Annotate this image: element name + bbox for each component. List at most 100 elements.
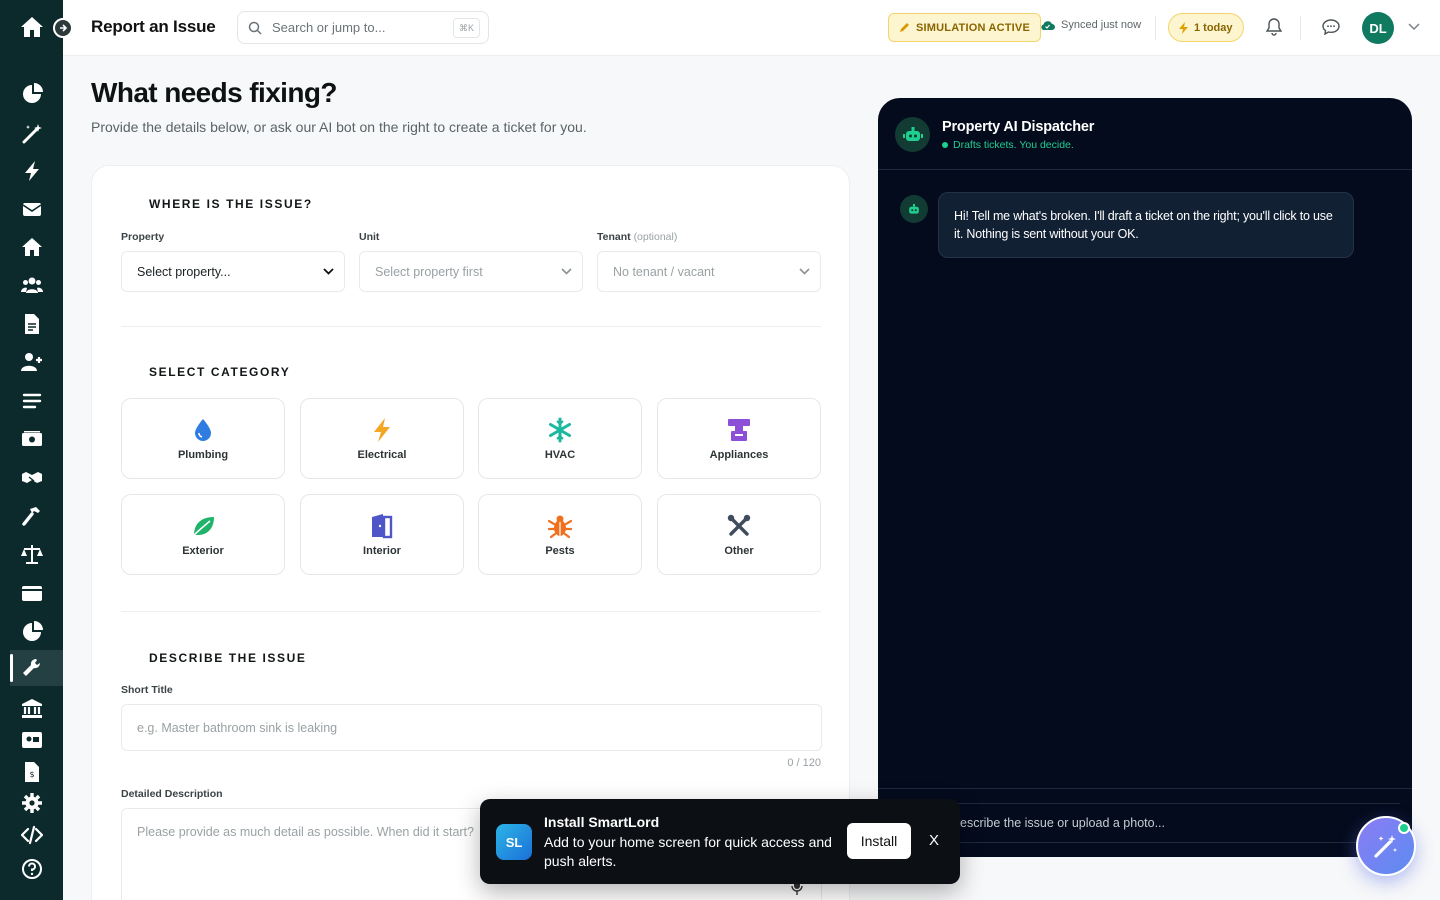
category-appliances[interactable]: Appliances (657, 398, 821, 479)
sidebar-item-gear[interactable] (0, 785, 63, 821)
sidebar-item-id-card[interactable] (0, 722, 63, 758)
hammer-icon (21, 507, 40, 526)
leaf-icon (191, 516, 214, 538)
house-icon (21, 238, 42, 256)
sync-status-text: Synced just now (1061, 19, 1142, 31)
door-icon (372, 513, 393, 538)
page-header-title: Report an Issue (91, 17, 216, 36)
bolt-icon (24, 161, 39, 181)
online-indicator (942, 142, 948, 148)
chat-message: Hi! Tell me what's broken. I'll draft a … (938, 192, 1354, 258)
sidebar-item-wallet[interactable] (0, 575, 63, 611)
chat-input[interactable]: escribe the issue or upload a photo... (890, 803, 1400, 843)
toast-text: Add to your home screen for quick access… (544, 834, 832, 869)
short-title-placeholder: e.g. Master bathroom sink is leaking (137, 720, 338, 735)
sidebar-item-magic-wand[interactable] (0, 115, 63, 151)
appliance-icon (728, 418, 750, 441)
close-toast-button[interactable]: X (929, 832, 939, 849)
sidebar-item-wrench[interactable] (0, 650, 63, 686)
cloud-check-icon (1040, 20, 1055, 31)
chat-title: Property AI Dispatcher (942, 119, 1095, 135)
issue-form: WHERE IS THE ISSUE? Property Select prop… (91, 165, 850, 900)
unit-label: Unit (359, 231, 380, 243)
bolt-icon (374, 417, 390, 442)
category-pests[interactable]: Pests (478, 494, 642, 575)
wrench-icon (22, 658, 40, 676)
sidebar-item-user-plus[interactable] (0, 344, 63, 380)
pie-chart-icon (22, 621, 43, 641)
divider (121, 611, 821, 612)
bell-icon[interactable] (1263, 16, 1285, 38)
section-title-category: SELECT CATEGORY (149, 365, 291, 379)
today-badge[interactable]: 1 today (1168, 13, 1244, 42)
sync-status: Synced just now (1040, 19, 1141, 31)
today-badge-label: 1 today (1194, 21, 1233, 34)
tools-icon (727, 514, 751, 536)
collapse-sidebar-button[interactable] (53, 18, 73, 38)
tenant-select[interactable]: No tenant / vacant (597, 251, 821, 292)
sidebar-item-house[interactable] (0, 229, 63, 265)
category-label: Interior (363, 544, 401, 557)
code-icon (20, 825, 43, 845)
divider (1300, 16, 1301, 40)
category-label: HVAC (544, 448, 576, 461)
robot-icon (900, 195, 928, 223)
money-icon (21, 431, 42, 446)
sidebar-item-handshake[interactable] (0, 459, 63, 495)
chevron-down-icon[interactable] (1403, 16, 1425, 38)
category-electrical[interactable]: Electrical (300, 398, 464, 479)
handshake-icon (21, 472, 42, 483)
pencil-icon (899, 22, 910, 33)
property-select-value: Select property... (137, 264, 231, 279)
property-select[interactable]: Select property... (121, 251, 345, 292)
detailed-description-placeholder: Please provide as much detail as possibl… (137, 825, 474, 839)
sidebar-item-code[interactable] (0, 817, 63, 853)
avatar[interactable]: DL (1362, 12, 1394, 44)
unit-select[interactable]: Select property first (359, 251, 583, 292)
simulation-badge-label: SIMULATION ACTIVE (916, 21, 1031, 34)
sidebar-item-hammer[interactable] (0, 498, 63, 534)
category-other[interactable]: Other (657, 494, 821, 575)
sidebar-item-document[interactable] (0, 306, 63, 342)
category-interior[interactable]: Interior (300, 494, 464, 575)
sidebar-item-bolt[interactable] (0, 153, 63, 189)
chevron-down-icon (799, 268, 810, 275)
chat-bubble-icon[interactable] (1320, 16, 1342, 38)
droplet-icon (195, 418, 211, 441)
detailed-description-label: Detailed Description (121, 788, 223, 800)
sidebar-item-pie-chart[interactable] (0, 614, 63, 650)
toast-title: Install SmartLord (544, 814, 660, 830)
robot-icon (895, 117, 930, 152)
install-button[interactable]: Install (847, 823, 911, 859)
section-title-describe: DESCRIBE THE ISSUE (149, 651, 307, 665)
tenant-label-text: Tenant (597, 231, 631, 243)
bolt-icon (1179, 21, 1188, 34)
scale-icon (20, 545, 43, 564)
tenant-optional-text: (optional) (633, 231, 678, 243)
search-box[interactable]: ⌘K (237, 11, 489, 44)
short-title-input[interactable]: e.g. Master bathroom sink is leaking (121, 704, 822, 751)
sidebar-item-scale[interactable] (0, 536, 63, 572)
bug-icon (547, 515, 573, 538)
simulation-badge[interactable]: SIMULATION ACTIVE (888, 13, 1042, 42)
home-icon[interactable] (20, 16, 44, 38)
category-exterior[interactable]: Exterior (121, 494, 285, 575)
sidebar-item-pie-chart[interactable] (0, 76, 63, 112)
sidebar-item-list[interactable] (0, 383, 63, 419)
category-label: Pests (545, 544, 575, 557)
sidebar-item-help[interactable] (0, 851, 63, 887)
envelope-icon (22, 203, 41, 216)
id-card-icon (21, 732, 42, 748)
category-plumbing[interactable]: Plumbing (121, 398, 285, 479)
category-hvac[interactable]: HVAC (478, 398, 642, 479)
divider (1155, 16, 1156, 40)
sidebar-item-users[interactable] (0, 267, 63, 303)
users-icon (20, 277, 43, 293)
document-icon (24, 314, 39, 334)
sidebar-item-money[interactable] (0, 421, 63, 457)
category-label: Exterior (182, 544, 224, 557)
chevron-down-icon (561, 268, 572, 275)
search-input[interactable] (272, 20, 442, 35)
short-title-label: Short Title (121, 684, 173, 696)
sidebar-item-envelope[interactable] (0, 191, 63, 227)
